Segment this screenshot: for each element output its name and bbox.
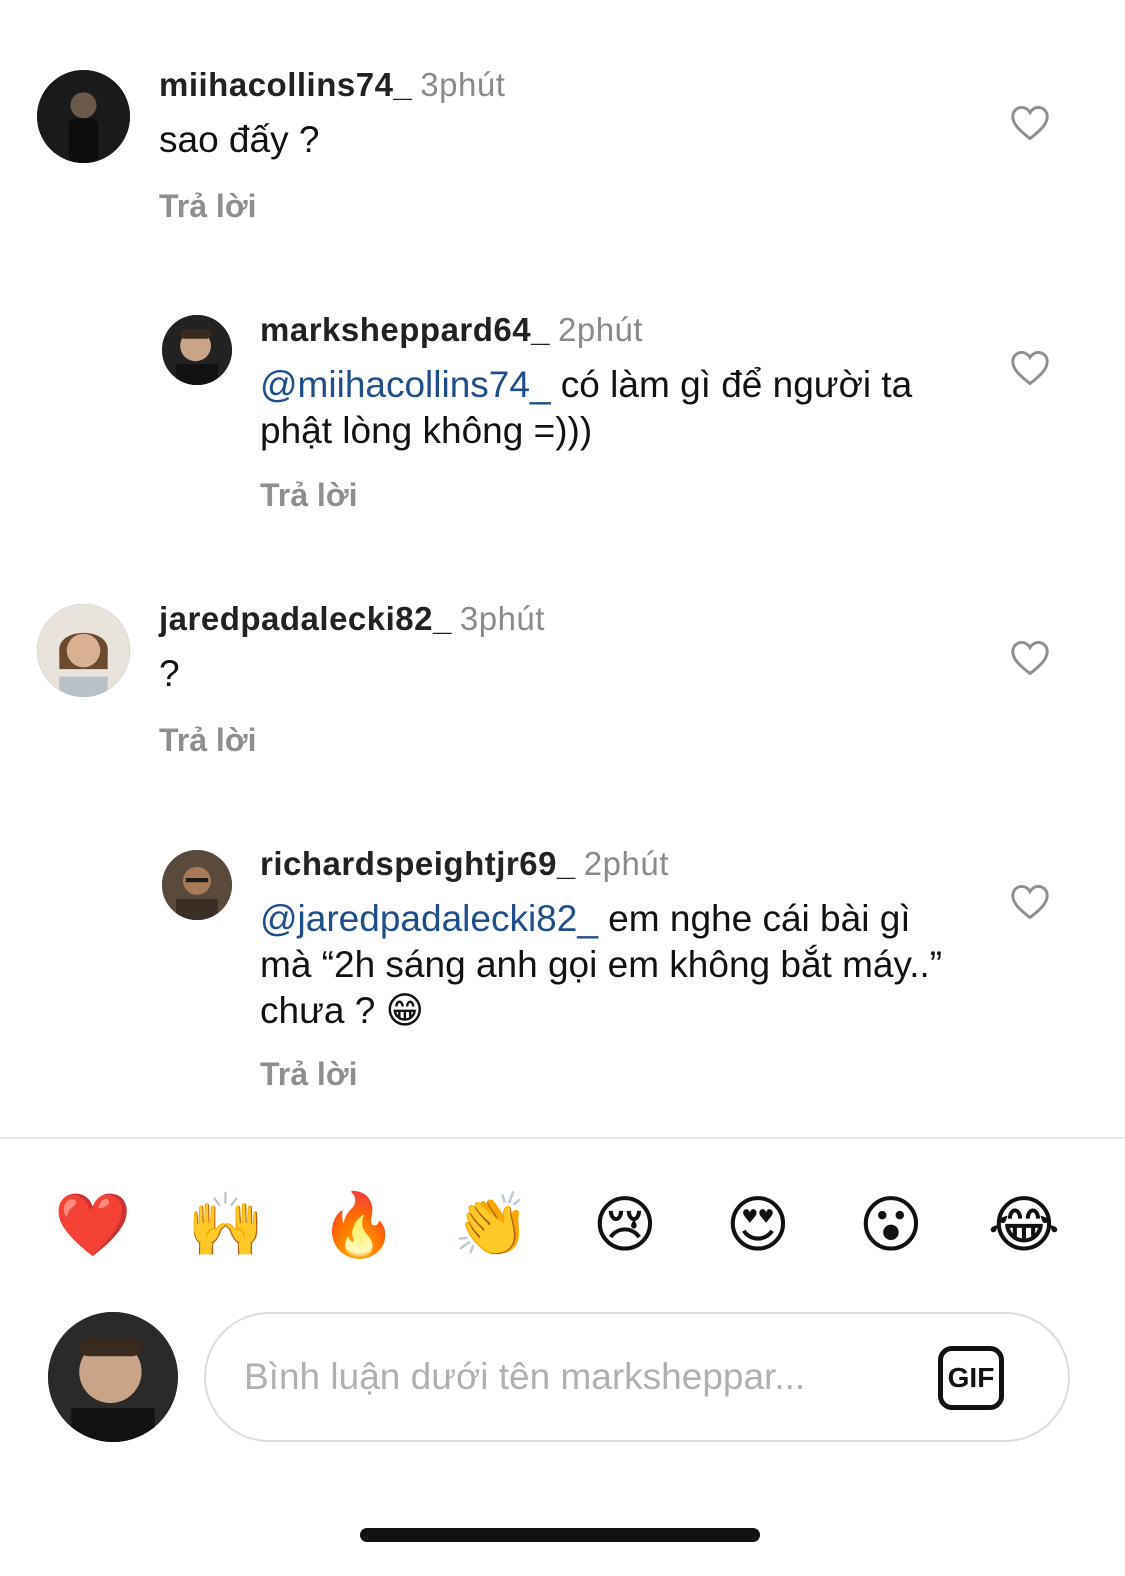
comment-time: 2phút (557, 311, 644, 348)
comment-text: sao đấy ? (159, 117, 939, 163)
reaction-heart-eyes-icon[interactable]: 😍 (718, 1185, 798, 1265)
composer-avatar (48, 1312, 178, 1442)
reaction-clap-icon[interactable]: 👏 (452, 1185, 532, 1265)
comment-text: ? (159, 651, 939, 697)
comment-meta: miihacollins74_ 3phút (159, 66, 505, 104)
mention-link[interactable]: @miihacollins74_ (260, 364, 551, 405)
reaction-raised-hands-icon[interactable]: 🙌 (186, 1185, 266, 1265)
avatar[interactable] (162, 850, 232, 920)
gif-button[interactable]: GIF (938, 1346, 1004, 1410)
reply-button[interactable]: Trả lời (159, 188, 256, 225)
mention-link[interactable]: @jaredpadalecki82_ (260, 898, 598, 939)
reply-button[interactable]: Trả lời (260, 477, 357, 514)
comment-username[interactable]: marksheppard64_ (260, 311, 550, 348)
comment-body: ? (159, 653, 180, 694)
comment-meta: marksheppard64_ 2phút (260, 311, 643, 349)
comment-body: sao đấy ? (159, 119, 320, 160)
comment-input[interactable]: Bình luận dưới tên markshеppar... GIF (204, 1312, 1070, 1442)
comment-time: 3phút (420, 66, 506, 103)
avatar[interactable] (37, 70, 130, 163)
comment-meta: jaredpadalecki82_ 3phút (159, 600, 545, 638)
reaction-fire-icon[interactable]: 🔥 (319, 1185, 399, 1265)
reaction-heart-icon[interactable]: ❤️ (53, 1185, 133, 1265)
like-heart-icon[interactable] (1010, 105, 1050, 141)
reply-button[interactable]: Trả lời (159, 722, 256, 759)
quick-reactions-bar: ❤️ 🙌 🔥 👏 😢 😍 😮 😂 (0, 1185, 1125, 1265)
reaction-laughing-icon[interactable]: 😂 (984, 1185, 1064, 1265)
like-heart-icon[interactable] (1010, 640, 1050, 676)
divider (0, 1137, 1125, 1139)
comment-username[interactable]: jaredpadalecki82_ (159, 600, 452, 637)
reaction-crying-icon[interactable]: 😢 (585, 1185, 665, 1265)
comment-username[interactable]: miihacollins74_ (159, 66, 412, 103)
comment-username[interactable]: richardspeightjr69_ (260, 845, 576, 882)
comment-time: 2phút (583, 845, 669, 882)
comment-meta: richardspeightjr69_ 2phút (260, 845, 669, 883)
avatar[interactable] (162, 315, 232, 385)
like-heart-icon[interactable] (1010, 350, 1050, 386)
comment-input-placeholder: Bình luận dưới tên markshеppar... (244, 1356, 806, 1397)
comment-text: @jaredpadalecki82_ em nghe cái bài gì mà… (260, 896, 970, 1034)
comment-text: @miihacollins74_ có làm gì để người ta p… (260, 362, 960, 454)
reply-button[interactable]: Trả lời (260, 1056, 357, 1093)
like-heart-icon[interactable] (1010, 884, 1050, 920)
avatar[interactable] (37, 604, 130, 697)
reaction-surprised-icon[interactable]: 😮 (851, 1185, 931, 1265)
home-indicator[interactable] (360, 1528, 760, 1542)
comment-time: 3phút (459, 600, 545, 637)
